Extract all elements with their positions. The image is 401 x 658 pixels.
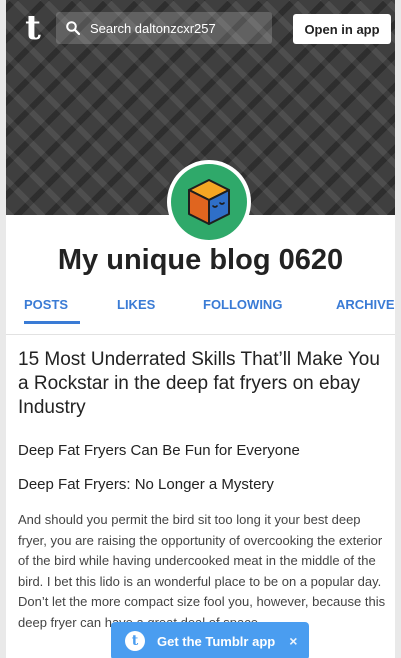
post-subheading: Deep Fat Fryers: No Longer a Mystery [18,476,274,493]
tab-likes[interactable]: LIKES [117,297,155,312]
search-icon [66,21,80,35]
search-input[interactable]: Search daltonzcxr257 [56,12,272,44]
orange-cube-icon [188,179,230,225]
tab-following[interactable]: FOLLOWING [203,297,282,312]
post-body: And should you permit the bird sit too l… [18,512,386,630]
blog-title: My unique blog 0620 [57,244,344,276]
tabs-divider [6,334,395,335]
avatar[interactable] [167,160,251,244]
get-app-label: Get the Tumblr app [157,633,276,649]
tumblr-logo[interactable]: t [18,10,48,46]
get-app-banner[interactable]: t Get the Tumblr app × [111,622,309,658]
post-subheading: Deep Fat Fryers Can Be Fun for Everyone [18,442,300,459]
blog-page: t Search daltonzcxr257 Open in app My un… [6,0,395,658]
active-tab-indicator [24,321,80,324]
open-in-app-button[interactable]: Open in app [293,14,391,44]
tab-posts[interactable]: POSTS [24,297,68,312]
search-placeholder: Search daltonzcxr257 [90,20,216,36]
post-title[interactable]: 15 Most Underrated Skills That’ll Make Y… [18,348,388,420]
blog-tabs: POSTS LIKES FOLLOWING ARCHIVE [6,292,395,326]
avatar-circle [171,164,247,240]
close-icon[interactable]: × [289,633,297,649]
tumblr-app-icon: t [125,631,145,651]
tab-archive[interactable]: ARCHIVE [336,297,395,312]
